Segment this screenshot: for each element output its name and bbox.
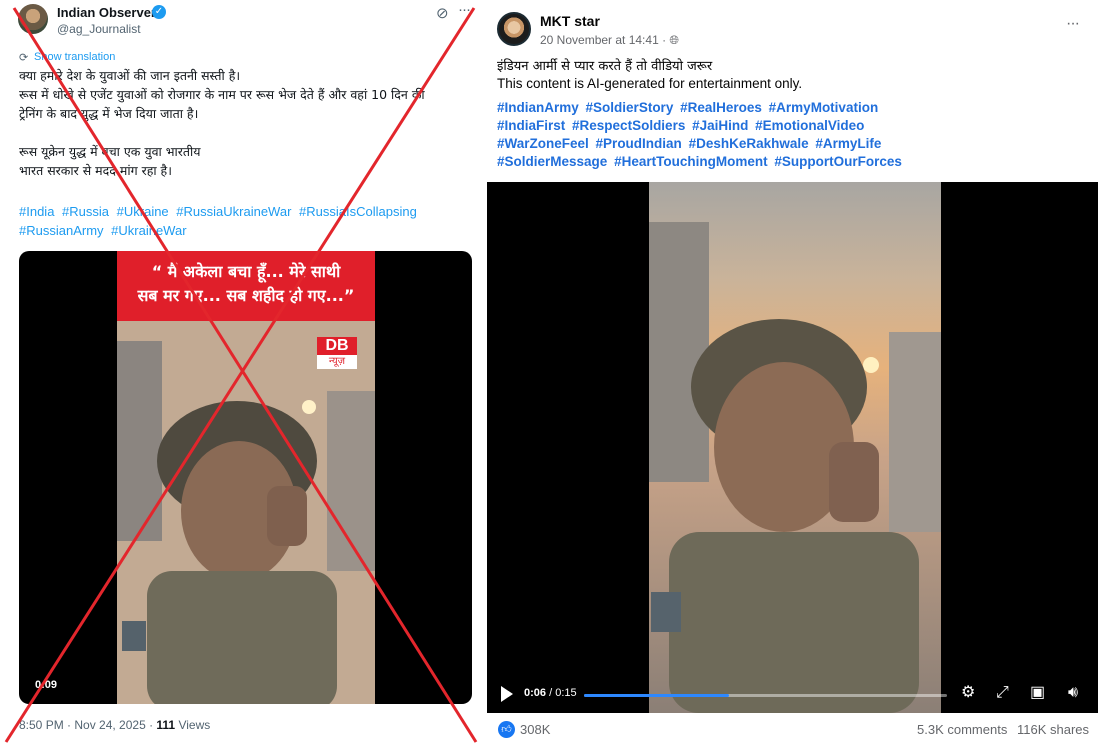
date-text: 20 November at 14:41 ·: [540, 33, 670, 47]
hashtag-link[interactable]: #JaiHind: [692, 118, 748, 133]
post-text-line: रूस में धोखे से एजेंट युवाओं को रोजगार क…: [19, 87, 425, 102]
volume-icon[interactable]: 🔊︎: [1068, 683, 1078, 703]
hashtag-link[interactable]: #SoldierMessage: [497, 154, 607, 169]
show-translation-link[interactable]: Show translation: [34, 51, 115, 63]
facebook-post: MKT star 20 November at 14:41 · 🌐︎ ··· इ…: [487, 0, 1100, 747]
hashtag-link[interactable]: #ProudIndian: [596, 136, 682, 151]
video-frame: [649, 182, 941, 713]
video-total-time: / 0:15: [546, 687, 577, 699]
hashtag-link[interactable]: #UkraineWar: [111, 223, 186, 238]
display-name[interactable]: Indian Observer: [57, 5, 156, 20]
hashtag-link[interactable]: #HeartTouchingMoment: [614, 154, 768, 169]
video-caption: “ मैं अकेला बचा हूँ... मेरे साथी सब मर ग…: [117, 251, 375, 321]
settings-icon[interactable]: ⚙︎: [961, 683, 975, 703]
progress-track[interactable]: [584, 694, 947, 697]
translate-icon: ⟳: [19, 52, 29, 64]
avatar[interactable]: [497, 12, 531, 46]
hashtag-link[interactable]: #SupportOurForces: [774, 154, 902, 169]
caption-line: सब मर गए... सब शहीद हो गए...”: [137, 286, 355, 305]
video-time: 0:09: [35, 679, 58, 691]
ai-disclaimer: This content is AI-generated for enterta…: [497, 76, 803, 91]
hashtag-link[interactable]: #RussiaUkraineWar: [176, 204, 291, 219]
hashtag-link[interactable]: #RussianArmy: [19, 223, 104, 238]
post-text-line: ट्रेनिंग के बाद युद्ध में भेज दिया जाता …: [19, 106, 199, 121]
more-options-icon[interactable]: ···: [458, 1, 471, 18]
post-text: इंडियन आर्मी से प्यार करते हैं तो वीडियो…: [497, 59, 713, 74]
timestamp[interactable]: 8:50 PM · Nov 24, 2025 ·: [19, 718, 156, 732]
post-text: क्या हमारे देश के युवाओं की जान इतनी सस्…: [19, 66, 474, 180]
views-count: 111: [156, 718, 176, 732]
post-text-line: भारत सरकार से मदद मांग रहा है।: [19, 163, 172, 178]
post-meta: 8:50 PM · Nov 24, 2025 · 111 Views: [19, 718, 210, 732]
globe-icon: 🌐︎: [669, 33, 680, 47]
video-frame: “ मैं अकेला बचा हूँ... मेरे साथी सब मर ग…: [117, 251, 375, 704]
hashtag-link[interactable]: #IndiaFirst: [497, 118, 565, 133]
hashtag-link[interactable]: #RespectSoldiers: [572, 118, 685, 133]
hashtag-link[interactable]: #RussiaIsCollapsing: [299, 204, 417, 219]
comment-count[interactable]: 5.3K comments: [917, 722, 1007, 737]
hashtag-link[interactable]: #ArmyMotivation: [769, 100, 879, 115]
hashtag-link[interactable]: #RealHeroes: [680, 100, 762, 115]
hashtag-link[interactable]: #SoldierStory: [586, 100, 674, 115]
hashtag-link[interactable]: #Russia: [62, 204, 109, 219]
post-date[interactable]: 20 November at 14:41 · 🌐︎: [540, 33, 679, 48]
post-text-gap: [19, 123, 474, 142]
pip-icon[interactable]: ▣: [1030, 683, 1045, 703]
hashtag-list: #IndianArmy #SoldierStory #RealHeroes #A…: [497, 99, 1092, 171]
hashtag-link[interactable]: #India: [19, 204, 54, 219]
avatar[interactable]: [18, 4, 48, 34]
hashtag-link[interactable]: #Ukraine: [117, 204, 169, 219]
video-player[interactable]: “ मैं अकेला बचा हूँ... मेरे साथी सब मर ग…: [19, 251, 472, 704]
logo-subtext: न्यूज़: [317, 355, 357, 369]
soldier-video-still: [649, 222, 941, 713]
reaction-count[interactable]: 308K: [520, 722, 550, 737]
post-text-line: क्या हमारे देश के युवाओं की जान इतनी सस्…: [19, 68, 241, 83]
handle[interactable]: @ag_Journalist: [57, 22, 141, 36]
grok-icon[interactable]: ⊘: [436, 4, 449, 22]
hashtag-link[interactable]: #DeshKeRakhwale: [689, 136, 809, 151]
views-label: Views: [175, 718, 211, 732]
progress-fill: [584, 694, 730, 697]
share-count[interactable]: 116K shares: [1017, 722, 1089, 737]
caption-line: “ मैं अकेला बचा हूँ... मेरे साथी: [151, 262, 341, 281]
verified-badge-icon: ✓: [152, 5, 166, 19]
fullscreen-icon[interactable]: ⤢: [996, 683, 1009, 703]
logo-text: DB: [317, 337, 357, 355]
video-controls: 0:06 / 0:15 ⚙︎ ⤢ ▣ 🔊︎: [487, 680, 1098, 713]
twitter-post: Indian Observer ✓ @ag_Journalist ⊘ ··· ⟳…: [0, 0, 480, 747]
like-icon[interactable]: 👍︎: [498, 721, 515, 738]
db-news-logo: DB न्यूज़: [317, 337, 357, 371]
play-icon[interactable]: [501, 686, 513, 702]
hashtag-link[interactable]: #WarZoneFeel: [497, 136, 589, 151]
page-name[interactable]: MKT star: [540, 13, 600, 29]
video-time: 0:06 / 0:15: [524, 687, 577, 699]
video-player[interactable]: 0:06 / 0:15 ⚙︎ ⤢ ▣ 🔊︎: [487, 182, 1098, 713]
post-text-line: रूस यूक्रेन युद्ध में बचा एक युवा भारतीय: [19, 144, 201, 159]
more-options-icon[interactable]: ···: [1066, 15, 1080, 33]
hashtag-link[interactable]: #IndianArmy: [497, 100, 579, 115]
hashtag-link[interactable]: #ArmyLife: [815, 136, 881, 151]
hashtag-link[interactable]: #EmotionalVideo: [755, 118, 864, 133]
hashtag-list: #India #Russia #Ukraine #RussiaUkraineWa…: [19, 202, 474, 240]
video-current-time: 0:06: [524, 687, 547, 699]
